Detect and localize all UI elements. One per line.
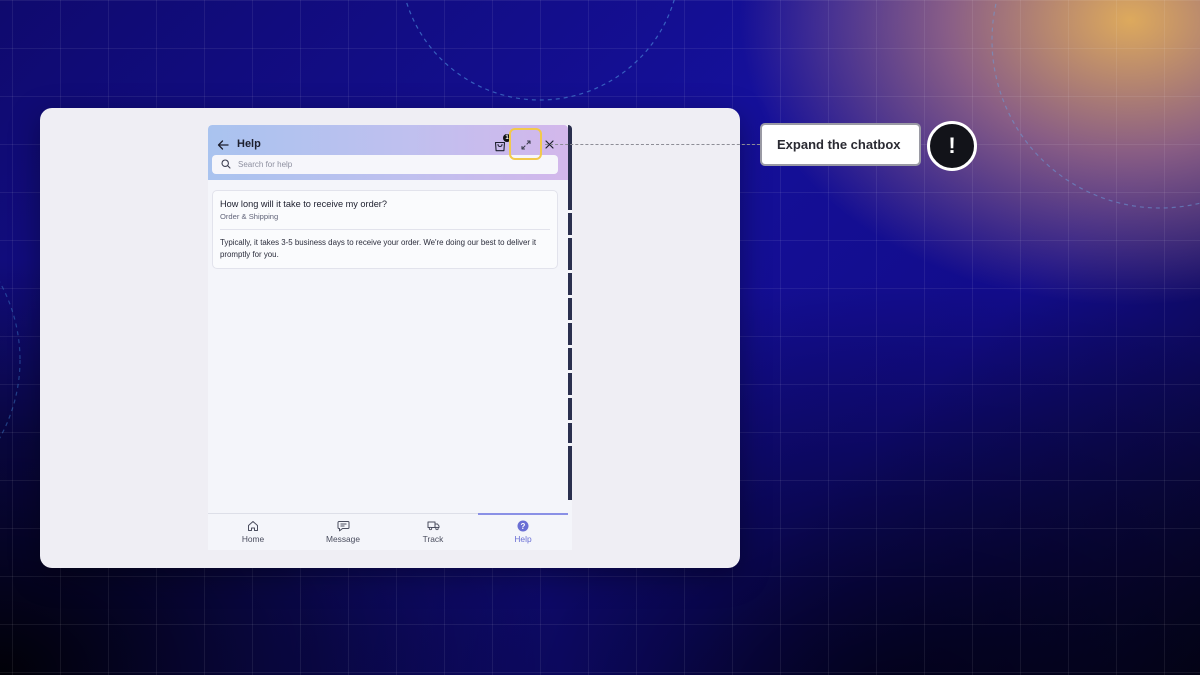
chat-widget: Help 1 Search for help How long will it … [208,125,572,550]
cart-button[interactable]: 1 [494,134,511,153]
tab-help-label: Help [514,534,532,544]
tab-track-label: Track [422,534,444,544]
chat-title: Help [237,138,261,150]
arrow-left-icon [217,140,229,150]
message-icon [337,519,350,532]
home-icon [247,519,260,532]
back-button[interactable] [214,136,232,154]
tab-home[interactable]: Home [208,514,298,550]
alert-symbol: ! [948,133,956,158]
callout-text: Expand the chatbox [777,137,901,152]
search-icon [221,159,232,170]
expand-button-highlight [509,128,542,160]
exclamation-icon: ! [927,121,977,171]
tab-message-label: Message [326,534,360,544]
page-edge-strip [568,125,572,500]
tab-help[interactable]: ? Help [478,513,568,550]
bottom-tab-bar: Home Message Track ? Help [208,513,568,550]
tab-message[interactable]: Message [298,514,388,550]
truck-icon [427,519,440,532]
callout-leader-line [545,144,760,145]
tab-track[interactable]: Track [388,514,478,550]
help-circle-icon: ? [517,519,530,532]
faq-category: Order & Shipping [220,212,279,221]
help-search-bar[interactable] [212,155,558,174]
svg-text:?: ? [521,521,526,530]
faq-card[interactable]: How long will it take to receive my orde… [212,190,558,269]
faq-answer: Typically, it takes 3-5 business days to… [220,238,537,260]
expand-chatbox-callout: Expand the chatbox [760,123,921,166]
tab-home-label: Home [241,534,265,544]
help-search-input[interactable] [238,160,538,169]
faq-divider [220,229,550,230]
faq-question: How long will it take to receive my orde… [220,199,387,209]
